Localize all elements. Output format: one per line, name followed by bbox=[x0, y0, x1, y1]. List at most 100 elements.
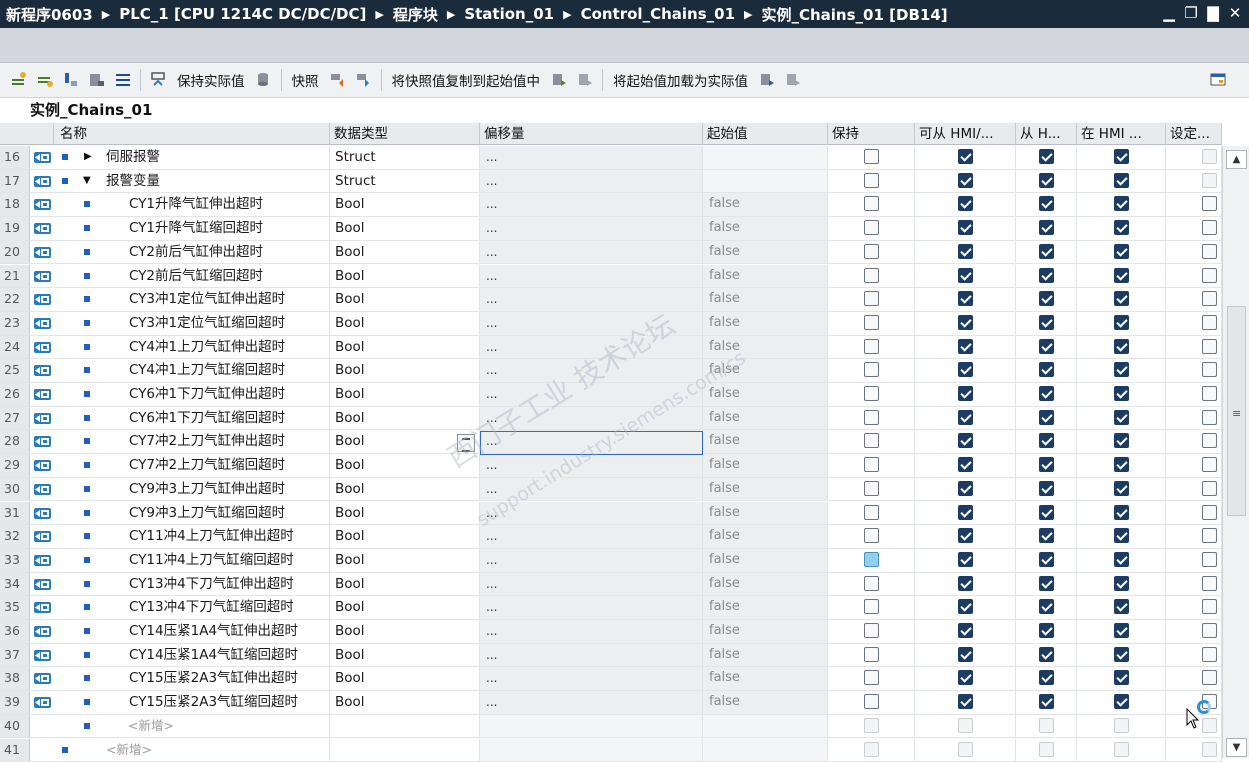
row-number[interactable]: 31 bbox=[0, 502, 30, 525]
table-row[interactable]: 35CY13冲4下刀气缸缩回超时Bool...false bbox=[0, 596, 1222, 620]
accessible-hmi-checkbox[interactable] bbox=[958, 505, 973, 520]
retain-checkbox[interactable] bbox=[864, 528, 879, 543]
setpoint-checkbox[interactable] bbox=[1202, 268, 1217, 283]
data-type-cell[interactable]: Bool bbox=[330, 241, 480, 264]
header-retain[interactable]: 保持 bbox=[828, 123, 915, 145]
offset-cell[interactable]: ... bbox=[480, 265, 703, 288]
data-type-cell[interactable]: Bool bbox=[330, 359, 480, 382]
retain-checkbox[interactable] bbox=[864, 599, 879, 614]
breadcrumb-control-chains[interactable]: Control_Chains_01 bbox=[581, 5, 735, 23]
table-row[interactable]: 25CY4冲1上刀气缸缩回超时Bool...false bbox=[0, 359, 1222, 383]
variable-name[interactable]: CY14压紧1A4气缸伸出超时 bbox=[129, 620, 298, 642]
header-accessible-hmi[interactable]: 可从 HMI/... bbox=[915, 123, 1016, 145]
expand-arrow-icon[interactable]: ▶ bbox=[84, 146, 92, 168]
variable-name[interactable]: CY9冲3上刀气缸缩回超时 bbox=[129, 502, 285, 524]
table-row[interactable]: 22CY3冲1定位气缸伸出超时Bool...false bbox=[0, 288, 1222, 312]
row-number[interactable]: 27 bbox=[0, 407, 30, 430]
row-number[interactable]: 20 bbox=[0, 241, 30, 264]
setpoint-checkbox[interactable] bbox=[1202, 339, 1217, 354]
accessible-hmi-checkbox[interactable] bbox=[958, 528, 973, 543]
row-number[interactable]: 38 bbox=[0, 667, 30, 690]
header-name[interactable]: 名称 bbox=[54, 123, 330, 145]
table-row[interactable]: 24CY4冲1上刀气缸伸出超时Bool...false bbox=[0, 336, 1222, 360]
start-value-cell[interactable]: false bbox=[703, 573, 828, 596]
snapshot-load-icon[interactable] bbox=[354, 70, 374, 90]
copy-all-to-start-icon[interactable] bbox=[575, 70, 595, 90]
accessible-hmi-checkbox[interactable] bbox=[958, 457, 973, 472]
retain-checkbox[interactable] bbox=[864, 244, 879, 259]
breadcrumb-project[interactable]: 新程序0603 bbox=[6, 4, 93, 25]
retain-checkbox[interactable] bbox=[864, 670, 879, 685]
database-icon[interactable] bbox=[254, 70, 274, 90]
offset-cell[interactable]: ... bbox=[480, 312, 703, 335]
accessible-hmi-checkbox[interactable] bbox=[958, 694, 973, 709]
edit-cell-icon[interactable] bbox=[457, 434, 475, 452]
writable-hmi-checkbox[interactable] bbox=[1039, 552, 1054, 567]
data-type-cell[interactable]: Bool bbox=[330, 573, 480, 596]
table-row[interactable]: 19CY1升降气缸缩回超时Bool...false bbox=[0, 217, 1222, 241]
visible-hmi-checkbox[interactable] bbox=[1114, 362, 1129, 377]
visible-hmi-checkbox[interactable] bbox=[1114, 481, 1129, 496]
add-new-placeholder[interactable]: <新增> bbox=[106, 739, 152, 761]
variable-name[interactable]: CY3冲1定位气缸伸出超时 bbox=[129, 288, 285, 310]
accessible-hmi-checkbox[interactable] bbox=[958, 291, 973, 306]
variable-name[interactable]: CY11冲4上刀气缸缩回超时 bbox=[129, 549, 294, 571]
start-value-cell[interactable]: false bbox=[703, 312, 828, 335]
row-number[interactable]: 17 bbox=[0, 170, 30, 193]
table-row[interactable]: 16▶伺服报警Struct... bbox=[0, 146, 1222, 170]
data-type-cell[interactable]: Bool bbox=[330, 336, 480, 359]
offset-cell[interactable]: ... bbox=[480, 407, 703, 430]
visible-hmi-checkbox[interactable] bbox=[1114, 339, 1129, 354]
table-row[interactable]: 38CY15压紧2A3气缸伸出超时Bool...false bbox=[0, 667, 1222, 691]
retain-checkbox[interactable] bbox=[864, 552, 879, 567]
variable-name[interactable]: CY1升降气缸缩回超时 bbox=[129, 217, 263, 239]
retain-checkbox[interactable] bbox=[864, 433, 879, 448]
retain-checkbox[interactable] bbox=[864, 481, 879, 496]
retain-checkbox[interactable] bbox=[864, 196, 879, 211]
table-row[interactable]: 39CY15压紧2A3气缸缩回超时Bool...false bbox=[0, 691, 1222, 715]
expand-all-icon[interactable] bbox=[61, 70, 81, 90]
breadcrumb-instance-db[interactable]: 实例_Chains_01 [DB14] bbox=[761, 4, 947, 25]
offset-cell[interactable]: ... bbox=[480, 241, 703, 264]
accessible-hmi-checkbox[interactable] bbox=[958, 173, 973, 188]
data-type-cell[interactable]: Bool bbox=[330, 407, 480, 430]
setpoint-checkbox[interactable] bbox=[1202, 457, 1217, 472]
variable-name[interactable]: 报警变量 bbox=[106, 170, 160, 192]
start-value-cell[interactable]: false bbox=[703, 407, 828, 430]
selected-offset-cell[interactable] bbox=[480, 431, 703, 455]
table-row[interactable]: 26CY6冲1下刀气缸伸出超时Bool...false bbox=[0, 383, 1222, 407]
setpoint-checkbox[interactable] bbox=[1202, 623, 1217, 638]
table-row[interactable]: 40<新增> bbox=[0, 715, 1222, 739]
setpoint-checkbox[interactable] bbox=[1202, 433, 1217, 448]
close-icon[interactable]: ✕ bbox=[1227, 3, 1243, 23]
visible-hmi-checkbox[interactable] bbox=[1114, 552, 1129, 567]
writable-hmi-checkbox[interactable] bbox=[1039, 244, 1054, 259]
data-type-cell[interactable]: Struct bbox=[330, 170, 480, 193]
variable-name[interactable]: CY4冲1上刀气缸伸出超时 bbox=[129, 336, 285, 358]
visible-hmi-checkbox[interactable] bbox=[1114, 268, 1129, 283]
visible-hmi-checkbox[interactable] bbox=[1114, 505, 1129, 520]
settings-panel-icon[interactable] bbox=[1208, 70, 1228, 90]
row-number[interactable]: 32 bbox=[0, 525, 30, 548]
setpoint-checkbox[interactable] bbox=[1202, 647, 1217, 662]
variable-name[interactable]: CY7冲2上刀气缸缩回超时 bbox=[129, 454, 285, 476]
accessible-hmi-checkbox[interactable] bbox=[958, 315, 973, 330]
variable-name[interactable]: CY13冲4下刀气缸缩回超时 bbox=[129, 596, 294, 618]
accessible-hmi-checkbox[interactable] bbox=[958, 386, 973, 401]
table-row[interactable]: 31CY9冲3上刀气缸缩回超时Bool...false bbox=[0, 502, 1222, 526]
start-value-cell[interactable]: false bbox=[703, 359, 828, 382]
visible-hmi-checkbox[interactable] bbox=[1114, 647, 1129, 662]
offset-cell[interactable]: ... bbox=[480, 359, 703, 382]
retain-checkbox[interactable] bbox=[864, 268, 879, 283]
table-row[interactable]: 30CY9冲3上刀气缸伸出超时Bool...false bbox=[0, 478, 1222, 502]
retain-checkbox[interactable] bbox=[864, 362, 879, 377]
writable-hmi-checkbox[interactable] bbox=[1039, 315, 1054, 330]
data-type-cell[interactable] bbox=[330, 715, 480, 738]
start-value-cell[interactable]: false bbox=[703, 288, 828, 311]
table-row[interactable]: 18CY1升降气缸伸出超时Bool...false bbox=[0, 193, 1222, 217]
variable-name[interactable]: CY14压紧1A4气缸缩回超时 bbox=[129, 644, 298, 666]
offset-cell[interactable]: ... bbox=[480, 336, 703, 359]
data-type-cell[interactable]: Bool bbox=[330, 288, 480, 311]
visible-hmi-checkbox[interactable] bbox=[1114, 173, 1129, 188]
table-row[interactable]: 20CY2前后气缸伸出超时Bool...false bbox=[0, 241, 1222, 265]
